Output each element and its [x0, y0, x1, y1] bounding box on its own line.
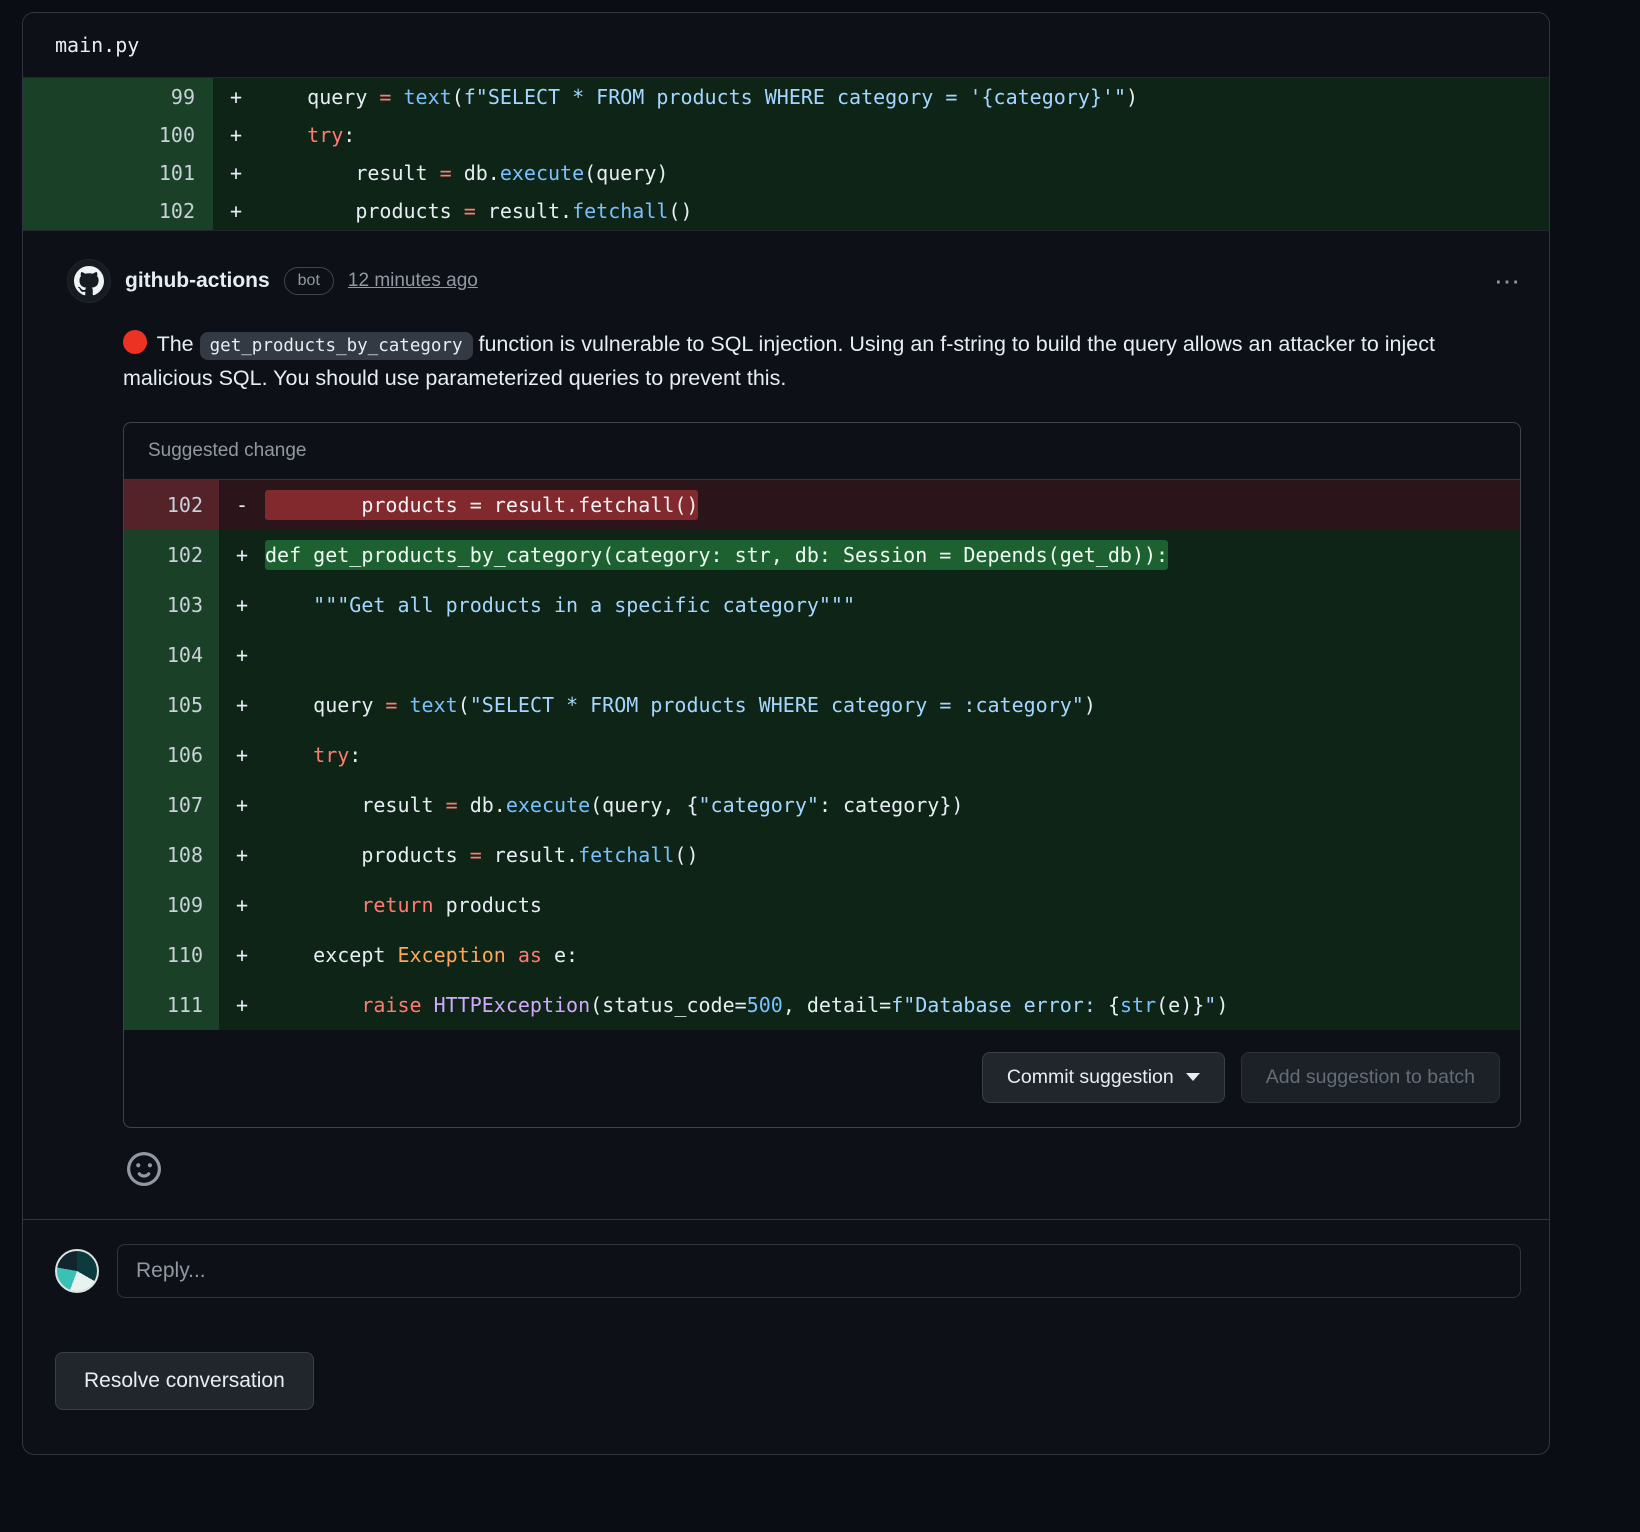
line-number: 110	[124, 930, 219, 980]
commit-suggestion-label: Commit suggestion	[1007, 1066, 1174, 1088]
diff-sign: +	[213, 116, 259, 154]
line-number: 105	[124, 680, 219, 730]
resolve-conversation-button[interactable]: Resolve conversation	[55, 1352, 314, 1410]
code-line: products = result.fetchall()	[265, 480, 1520, 530]
diff-sign: -	[219, 480, 265, 530]
diff-sign: +	[213, 192, 259, 230]
octocat-icon	[74, 266, 104, 296]
diff-sign: +	[219, 530, 265, 580]
suggestion-title: Suggested change	[124, 423, 1520, 480]
diff-sign: +	[219, 930, 265, 980]
diff-row: 107+ result = db.execute(query, {"catego…	[124, 780, 1520, 830]
diff-sign: +	[219, 630, 265, 680]
diff-row: 110+ except Exception as e:	[124, 930, 1520, 980]
diff-row: 102+ products = result.fetchall()	[23, 192, 1549, 230]
comment-body: The get_products_by_category function is…	[123, 327, 1503, 396]
code-line: products = result.fetchall()	[265, 830, 1520, 880]
function-name-code: get_products_by_category	[200, 332, 473, 360]
line-number: 109	[124, 880, 219, 930]
commit-suggestion-button[interactable]: Commit suggestion	[982, 1052, 1225, 1103]
code-line: try:	[259, 116, 1549, 154]
reply-avatar	[55, 1249, 99, 1293]
code-line: def get_products_by_category(category: s…	[265, 530, 1520, 580]
review-thread-card: main.py 99+ query = text(f"SELECT * FROM…	[22, 12, 1550, 1455]
diff-row: 103+ """Get all products in a specific c…	[124, 580, 1520, 630]
code-line: query = text("SELECT * FROM products WHE…	[265, 680, 1520, 730]
diff-row: 102- products = result.fetchall()	[124, 480, 1520, 530]
add-reaction-button[interactable]	[123, 1148, 165, 1193]
diff-row: 109+ return products	[124, 880, 1520, 930]
line-number: 103	[124, 580, 219, 630]
diff-row: 100+ try:	[23, 116, 1549, 154]
code-line: try:	[265, 730, 1520, 780]
diff-sign: +	[219, 980, 265, 1030]
line-number: 102	[124, 480, 219, 530]
top-diff: 99+ query = text(f"SELECT * FROM product…	[23, 78, 1549, 231]
line-number: 101	[23, 154, 213, 192]
diff-row: 104+	[124, 630, 1520, 680]
diff-sign: +	[219, 680, 265, 730]
line-number: 106	[124, 730, 219, 780]
kebab-menu-button[interactable]: ⋯	[1494, 268, 1521, 294]
line-number: 102	[124, 530, 219, 580]
code-line: return products	[265, 880, 1520, 930]
smiley-icon	[127, 1152, 161, 1186]
thread-footer: Resolve conversation	[23, 1320, 1549, 1454]
comment-text-pre: The	[157, 332, 194, 356]
line-number: 99	[23, 78, 213, 116]
timestamp-link[interactable]: 12 minutes ago	[348, 270, 478, 292]
code-line: except Exception as e:	[265, 930, 1520, 980]
diff-row: 105+ query = text("SELECT * FROM product…	[124, 680, 1520, 730]
diff-sign: +	[219, 830, 265, 880]
line-number: 102	[23, 192, 213, 230]
line-number: 104	[124, 630, 219, 680]
add-suggestion-to-batch-button[interactable]: Add suggestion to batch	[1241, 1052, 1500, 1103]
diff-row: 99+ query = text(f"SELECT * FROM product…	[23, 78, 1549, 116]
red-circle-emoji	[123, 330, 147, 354]
reactions-row	[123, 1148, 1521, 1193]
github-actions-avatar	[67, 259, 111, 303]
code-line	[265, 630, 1520, 680]
line-number: 100	[23, 116, 213, 154]
diff-sign: +	[219, 780, 265, 830]
line-number: 107	[124, 780, 219, 830]
code-line: """Get all products in a specific catego…	[265, 580, 1520, 630]
diff-row: 102+def get_products_by_category(categor…	[124, 530, 1520, 580]
diff-row: 106+ try:	[124, 730, 1520, 780]
code-line: products = result.fetchall()	[259, 192, 1549, 230]
diff-sign: +	[219, 580, 265, 630]
diff-row: 111+ raise HTTPException(status_code=500…	[124, 980, 1520, 1030]
suggestion-diff: 102- products = result.fetchall()102+def…	[124, 480, 1520, 1030]
reply-section	[23, 1219, 1549, 1320]
chevron-down-icon	[1186, 1073, 1200, 1081]
bot-badge: bot	[284, 267, 334, 294]
diff-sign: +	[213, 154, 259, 192]
line-number: 111	[124, 980, 219, 1030]
diff-sign: +	[219, 730, 265, 780]
code-line: raise HTTPException(status_code=500, det…	[265, 980, 1520, 1030]
diff-row: 108+ products = result.fetchall()	[124, 830, 1520, 880]
diff-sign: +	[213, 78, 259, 116]
suggestion-actions: Commit suggestion Add suggestion to batc…	[124, 1030, 1520, 1127]
suggestion-box: Suggested change 102- products = result.…	[123, 422, 1521, 1128]
reply-input[interactable]	[117, 1244, 1521, 1298]
code-line: query = text(f"SELECT * FROM products WH…	[259, 78, 1549, 116]
comment-header: github-actions bot 12 minutes ago ⋯	[67, 259, 1521, 303]
diff-sign: +	[219, 880, 265, 930]
author-link[interactable]: github-actions	[125, 269, 270, 293]
code-line: result = db.execute(query)	[259, 154, 1549, 192]
comment: github-actions bot 12 minutes ago ⋯ The …	[23, 231, 1549, 1193]
line-number: 108	[124, 830, 219, 880]
code-line: result = db.execute(query, {"category": …	[265, 780, 1520, 830]
diff-row: 101+ result = db.execute(query)	[23, 154, 1549, 192]
file-name-header: main.py	[23, 13, 1549, 78]
